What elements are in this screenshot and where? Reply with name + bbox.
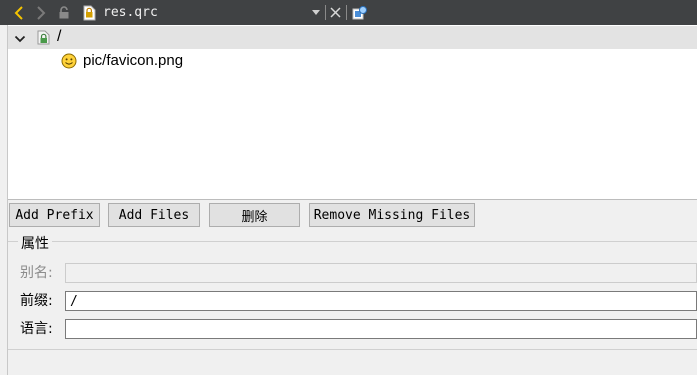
toolbar-separator [346, 5, 347, 20]
forward-arrow-icon [37, 5, 46, 20]
split-icon [352, 5, 367, 19]
alias-label: 别名: [20, 265, 53, 281]
editor-toolbar: res.qrc [0, 0, 697, 25]
add-prefix-button[interactable]: Add Prefix [9, 203, 100, 227]
language-label: 语言: [20, 321, 53, 337]
tree-row-file[interactable]: pic/favicon.png [8, 50, 697, 73]
remove-missing-files-button[interactable]: Remove Missing Files [309, 203, 475, 227]
resource-tree[interactable]: / pic/favicon.png [8, 25, 697, 200]
tree-row-prefix[interactable]: / [8, 26, 697, 49]
back-button[interactable] [10, 0, 28, 25]
close-document-button[interactable] [327, 0, 343, 25]
document-title[interactable]: res.qrc [103, 4, 158, 22]
properties-group-title: 属性 [18, 233, 52, 253]
delete-button[interactable]: 删除 [209, 203, 300, 227]
file-type-icon-wrapper [80, 0, 98, 25]
dropdown-arrow-icon [312, 10, 320, 15]
tree-prefix-label: / [57, 28, 62, 45]
lock-icon [59, 6, 69, 19]
split-button[interactable] [350, 0, 370, 25]
file-icon-wrapper [61, 53, 77, 73]
panel-left-border [0, 25, 8, 375]
folder-prefix-icon [37, 30, 50, 45]
prefix-field[interactable] [65, 291, 697, 311]
lock-button[interactable] [56, 0, 72, 25]
forward-button[interactable] [32, 0, 50, 25]
qrc-file-icon [83, 5, 95, 20]
tree-file-label: pic/favicon.png [83, 52, 184, 69]
expand-toggle[interactable] [14, 30, 26, 49]
expand-chevron-icon [14, 35, 26, 43]
smiley-favicon-icon [61, 53, 77, 69]
alias-field[interactable] [65, 263, 697, 283]
prefix-label: 前缀: [20, 293, 53, 309]
document-dropdown-button[interactable] [309, 0, 323, 25]
prefix-icon-wrapper [37, 29, 51, 49]
add-files-button[interactable]: Add Files [108, 203, 200, 227]
close-icon [329, 7, 341, 18]
back-arrow-icon [14, 5, 23, 20]
language-field[interactable] [65, 319, 697, 339]
toolbar-separator [325, 5, 326, 20]
